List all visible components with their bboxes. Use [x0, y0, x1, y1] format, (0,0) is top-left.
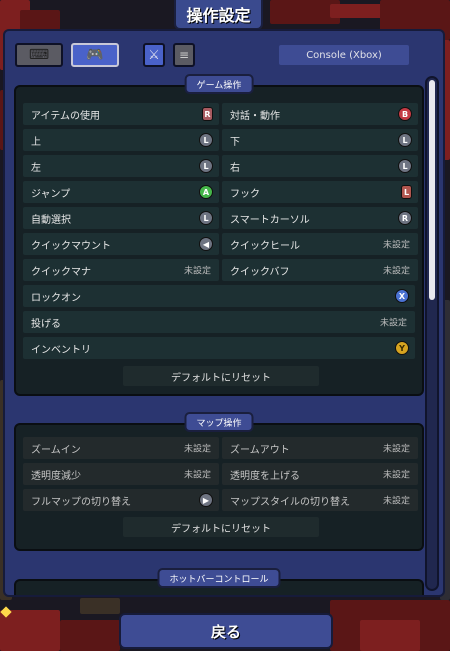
reset-map-controls-button[interactable]: デフォルトにリセット: [123, 517, 319, 537]
keyboard-mode-button[interactable]: ⌨: [15, 43, 63, 67]
binding-right[interactable]: 右 L: [222, 155, 418, 177]
binding-smart-cursor[interactable]: スマートカーソル R: [222, 207, 418, 229]
unbound-value: 未設定: [382, 240, 410, 251]
gamepad-icon: 🎮: [86, 47, 104, 63]
binding-hook[interactable]: フック L: [222, 181, 418, 203]
controls-panel: ⌨ 🎮 ⚔ ≡ Console (Xbox) ゲーム操作 アイテムの使用 R 対…: [3, 29, 445, 597]
ui-settings-button[interactable]: ≡: [173, 43, 195, 67]
right-trigger-icon: R: [202, 107, 213, 121]
binding-down[interactable]: 下 L: [222, 129, 418, 151]
unbound-value: 未設定: [183, 444, 211, 455]
back-button[interactable]: 戻る: [119, 613, 333, 649]
unbound-value: 未設定: [379, 318, 407, 329]
right-stick-click-icon: R: [398, 211, 412, 225]
b-button-icon: B: [398, 107, 412, 121]
binding-quick-mana[interactable]: クイックマナ 未設定: [23, 259, 219, 281]
section-label: ゲーム操作: [184, 74, 254, 94]
section-label: マップ操作: [184, 412, 254, 432]
unbound-value: 未設定: [183, 470, 211, 481]
binding-quick-mount[interactable]: クイックマウント ◀: [23, 233, 219, 255]
unbound-value: 未設定: [382, 444, 410, 455]
left-trigger-icon: L: [401, 185, 412, 199]
top-bar: ⌨ 🎮 ⚔ ≡ Console (Xbox): [13, 41, 435, 69]
binding-quick-heal[interactable]: クイックヒール 未設定: [222, 233, 418, 255]
dpad-right-icon: ▶: [199, 493, 213, 507]
profile-selector[interactable]: Console (Xbox): [279, 45, 409, 65]
game-controls-section: ゲーム操作 アイテムの使用 R 対話・動作 B 上 L 下 L 左 L 右 L …: [14, 74, 424, 396]
binding-interact[interactable]: 対話・動作 B: [222, 103, 418, 125]
unbound-value: 未設定: [382, 470, 410, 481]
hotbar-controls-section: ホットバーコントロール: [14, 568, 424, 595]
binding-opacity-up[interactable]: 透明度を上げる 未設定: [222, 463, 418, 485]
unbound-value: 未設定: [183, 266, 211, 277]
binding-quick-buff[interactable]: クイックバフ 未設定: [222, 259, 418, 281]
binding-left[interactable]: 左 L: [23, 155, 219, 177]
binding-lock-on[interactable]: ロックオン X: [23, 285, 415, 307]
left-stick-icon: L: [398, 133, 412, 147]
scrollbar-thumb[interactable]: [429, 80, 435, 300]
list-icon: ≡: [178, 48, 190, 62]
left-stick-click-icon: L: [199, 211, 213, 225]
left-stick-icon: L: [199, 159, 213, 173]
binding-inventory[interactable]: インベントリ Y: [23, 337, 415, 359]
sword-icon: ⚔: [148, 47, 160, 63]
binding-zoom-out[interactable]: ズームアウト 未設定: [222, 437, 418, 459]
binding-throw[interactable]: 投げる 未設定: [23, 311, 415, 333]
dpad-left-icon: ◀: [199, 237, 213, 251]
y-button-icon: Y: [395, 341, 409, 355]
binding-jump[interactable]: ジャンプ A: [23, 181, 219, 203]
binding-map-style-toggle[interactable]: マップスタイルの切り替え 未設定: [222, 489, 418, 511]
binding-up[interactable]: 上 L: [23, 129, 219, 151]
unbound-value: 未設定: [382, 266, 410, 277]
scrollbar[interactable]: [425, 76, 439, 591]
binding-use-item[interactable]: アイテムの使用 R: [23, 103, 219, 125]
x-button-icon: X: [395, 289, 409, 303]
left-stick-icon: L: [398, 159, 412, 173]
binding-opacity-down[interactable]: 透明度減少 未設定: [23, 463, 219, 485]
gameplay-settings-button[interactable]: ⚔: [143, 43, 165, 67]
binding-zoom-in[interactable]: ズームイン 未設定: [23, 437, 219, 459]
a-button-icon: A: [199, 185, 213, 199]
section-label: ホットバーコントロール: [157, 568, 281, 588]
binding-fullmap-toggle[interactable]: フルマップの切り替え ▶: [23, 489, 219, 511]
keyboard-icon: ⌨: [28, 47, 50, 63]
left-stick-icon: L: [199, 133, 213, 147]
reset-game-controls-button[interactable]: デフォルトにリセット: [123, 366, 319, 386]
page-title: 操作設定: [174, 0, 263, 30]
map-controls-section: マップ操作 ズームイン 未設定 ズームアウト 未設定 透明度減少 未設定 透明度…: [14, 412, 424, 551]
gamepad-mode-button[interactable]: 🎮: [71, 43, 119, 67]
binding-auto-select[interactable]: 自動選択 L: [23, 207, 219, 229]
unbound-value: 未設定: [382, 496, 410, 507]
